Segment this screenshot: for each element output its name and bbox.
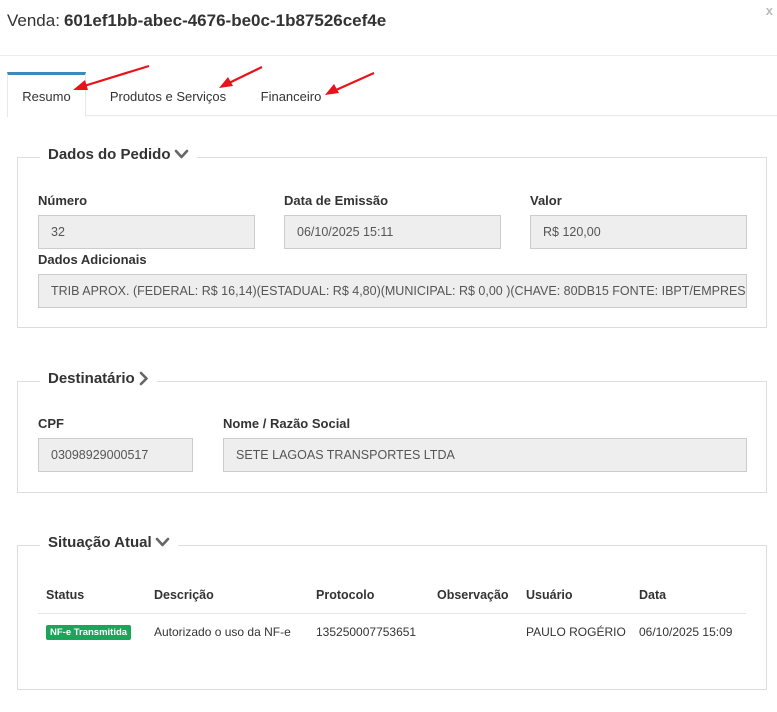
status-panel: Situação Atual Status Descrição Protocol… — [17, 534, 767, 690]
cpf-field[interactable]: 03098929000517 — [38, 438, 193, 472]
col-data: Data — [639, 588, 667, 602]
sale-id: 601ef1bb-abec-4676-be0c-1b87526cef4e — [63, 11, 387, 30]
order-section-header[interactable]: Dados do Pedido — [40, 146, 197, 163]
col-protocolo: Protocolo — [316, 588, 375, 602]
chevron-right-icon[interactable] — [138, 371, 149, 386]
title-prefix: Venda: — [7, 11, 60, 30]
tab-bar: Resumo Produtos e Serviços Financeiro — [7, 72, 777, 117]
valor-field[interactable]: R$ 120,00 — [530, 215, 747, 249]
order-panel: Dados do Pedido Número 32 Data de Emissã… — [17, 146, 767, 328]
nome-field[interactable]: SETE LAGOAS TRANSPORTES LTDA — [223, 438, 747, 472]
close-icon[interactable]: x — [766, 3, 773, 18]
row-usuario: PAULO ROGÉRIO — [526, 625, 626, 639]
recipient-panel: Destinatário CPF 03098929000517 Nome / R… — [17, 370, 767, 493]
chevron-down-icon[interactable] — [155, 537, 170, 548]
row-descricao: Autorizado o uso da NF-e — [154, 625, 291, 639]
table-divider — [38, 613, 746, 614]
nome-label: Nome / Razão Social — [223, 416, 351, 431]
status-section-title: Situação Atual — [48, 534, 152, 551]
adicionais-field[interactable]: TRIB APROX. (FEDERAL: R$ 16,14)(ESTADUAL… — [38, 274, 747, 308]
valor-label: Valor — [530, 193, 562, 208]
recipient-section-title: Destinatário — [48, 370, 135, 387]
modal-title: Venda: 601ef1bb-abec-4676-be0c-1b87526cef… — [7, 11, 386, 31]
modal-header: Venda: 601ef1bb-abec-4676-be0c-1b87526cef… — [0, 0, 777, 56]
status-badge: NF-e Transmitida — [46, 625, 132, 640]
col-status: Status — [46, 588, 85, 602]
col-observacao: Observação — [437, 588, 509, 602]
row-data: 06/10/2025 15:09 — [639, 625, 733, 639]
order-section-title: Dados do Pedido — [48, 146, 171, 163]
numero-label: Número — [38, 193, 88, 208]
tab-resumo[interactable]: Resumo — [7, 72, 86, 117]
cpf-label: CPF — [38, 416, 64, 431]
emissao-field[interactable]: 06/10/2025 15:11 — [284, 215, 501, 249]
status-section-header[interactable]: Situação Atual — [40, 534, 178, 551]
col-usuario: Usuário — [526, 588, 573, 602]
adicionais-label: Dados Adicionais — [38, 252, 147, 267]
emissao-label: Data de Emissão — [284, 193, 389, 208]
row-protocolo: 135250007753651 — [316, 625, 417, 639]
tab-produtos-servicos[interactable]: Produtos e Serviços — [98, 72, 238, 116]
tab-financeiro[interactable]: Financeiro — [252, 72, 330, 116]
col-descricao: Descrição — [154, 588, 214, 602]
recipient-section-header[interactable]: Destinatário — [40, 370, 157, 387]
chevron-down-icon[interactable] — [174, 149, 189, 160]
numero-field[interactable]: 32 — [38, 215, 255, 249]
